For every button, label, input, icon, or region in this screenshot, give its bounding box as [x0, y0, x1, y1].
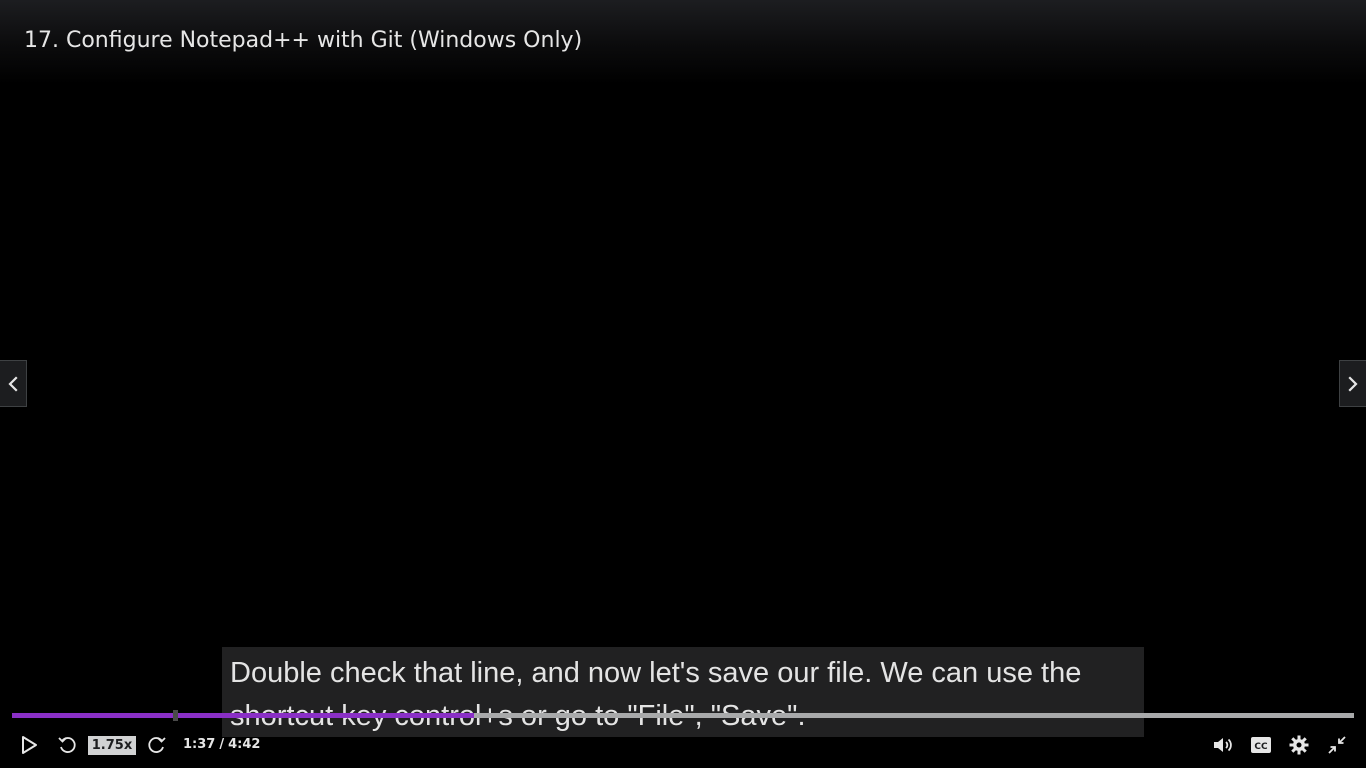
closed-captions-icon: CC: [1251, 737, 1271, 753]
next-lecture-button[interactable]: [1339, 360, 1366, 407]
play-icon: [22, 736, 37, 754]
time-separator: /: [219, 737, 225, 752]
volume-button[interactable]: [1212, 734, 1234, 756]
rewind-5-icon: [58, 737, 76, 753]
video-player[interactable]: 17. Configure Notepad++ with Git (Window…: [0, 0, 1366, 768]
play-button[interactable]: [18, 734, 40, 756]
forward-button[interactable]: [146, 734, 168, 756]
progress-marker[interactable]: [173, 710, 178, 721]
caption-line-1: Double check that line, and now let's sa…: [230, 657, 1082, 689]
rewind-button[interactable]: [56, 734, 78, 756]
video-title: 17. Configure Notepad++ with Git (Window…: [24, 28, 583, 53]
volume-icon: [1214, 738, 1232, 752]
title-bar: 17. Configure Notepad++ with Git (Window…: [0, 0, 1366, 84]
chevron-right-icon: [1348, 375, 1358, 392]
gear-icon: [1289, 735, 1309, 755]
progress-bar[interactable]: [12, 710, 1354, 721]
playback-speed-button[interactable]: 1.75x: [88, 736, 136, 755]
previous-lecture-button[interactable]: [0, 360, 27, 407]
captions-button[interactable]: CC: [1250, 734, 1272, 756]
current-time: 1:37: [183, 737, 216, 752]
progress-played: [12, 713, 474, 718]
control-bar: 1.75x 1:37/4:42 CC: [0, 724, 1366, 768]
settings-button[interactable]: [1288, 734, 1310, 756]
chevron-left-icon: [8, 375, 18, 392]
time-readout: 1:37/4:42: [183, 737, 260, 752]
duration: 4:42: [228, 737, 261, 752]
exit-fullscreen-button[interactable]: [1326, 734, 1348, 756]
captions-label: CC: [1254, 742, 1268, 752]
exit-fullscreen-icon: [1328, 736, 1346, 754]
forward-5-icon: [148, 737, 166, 753]
